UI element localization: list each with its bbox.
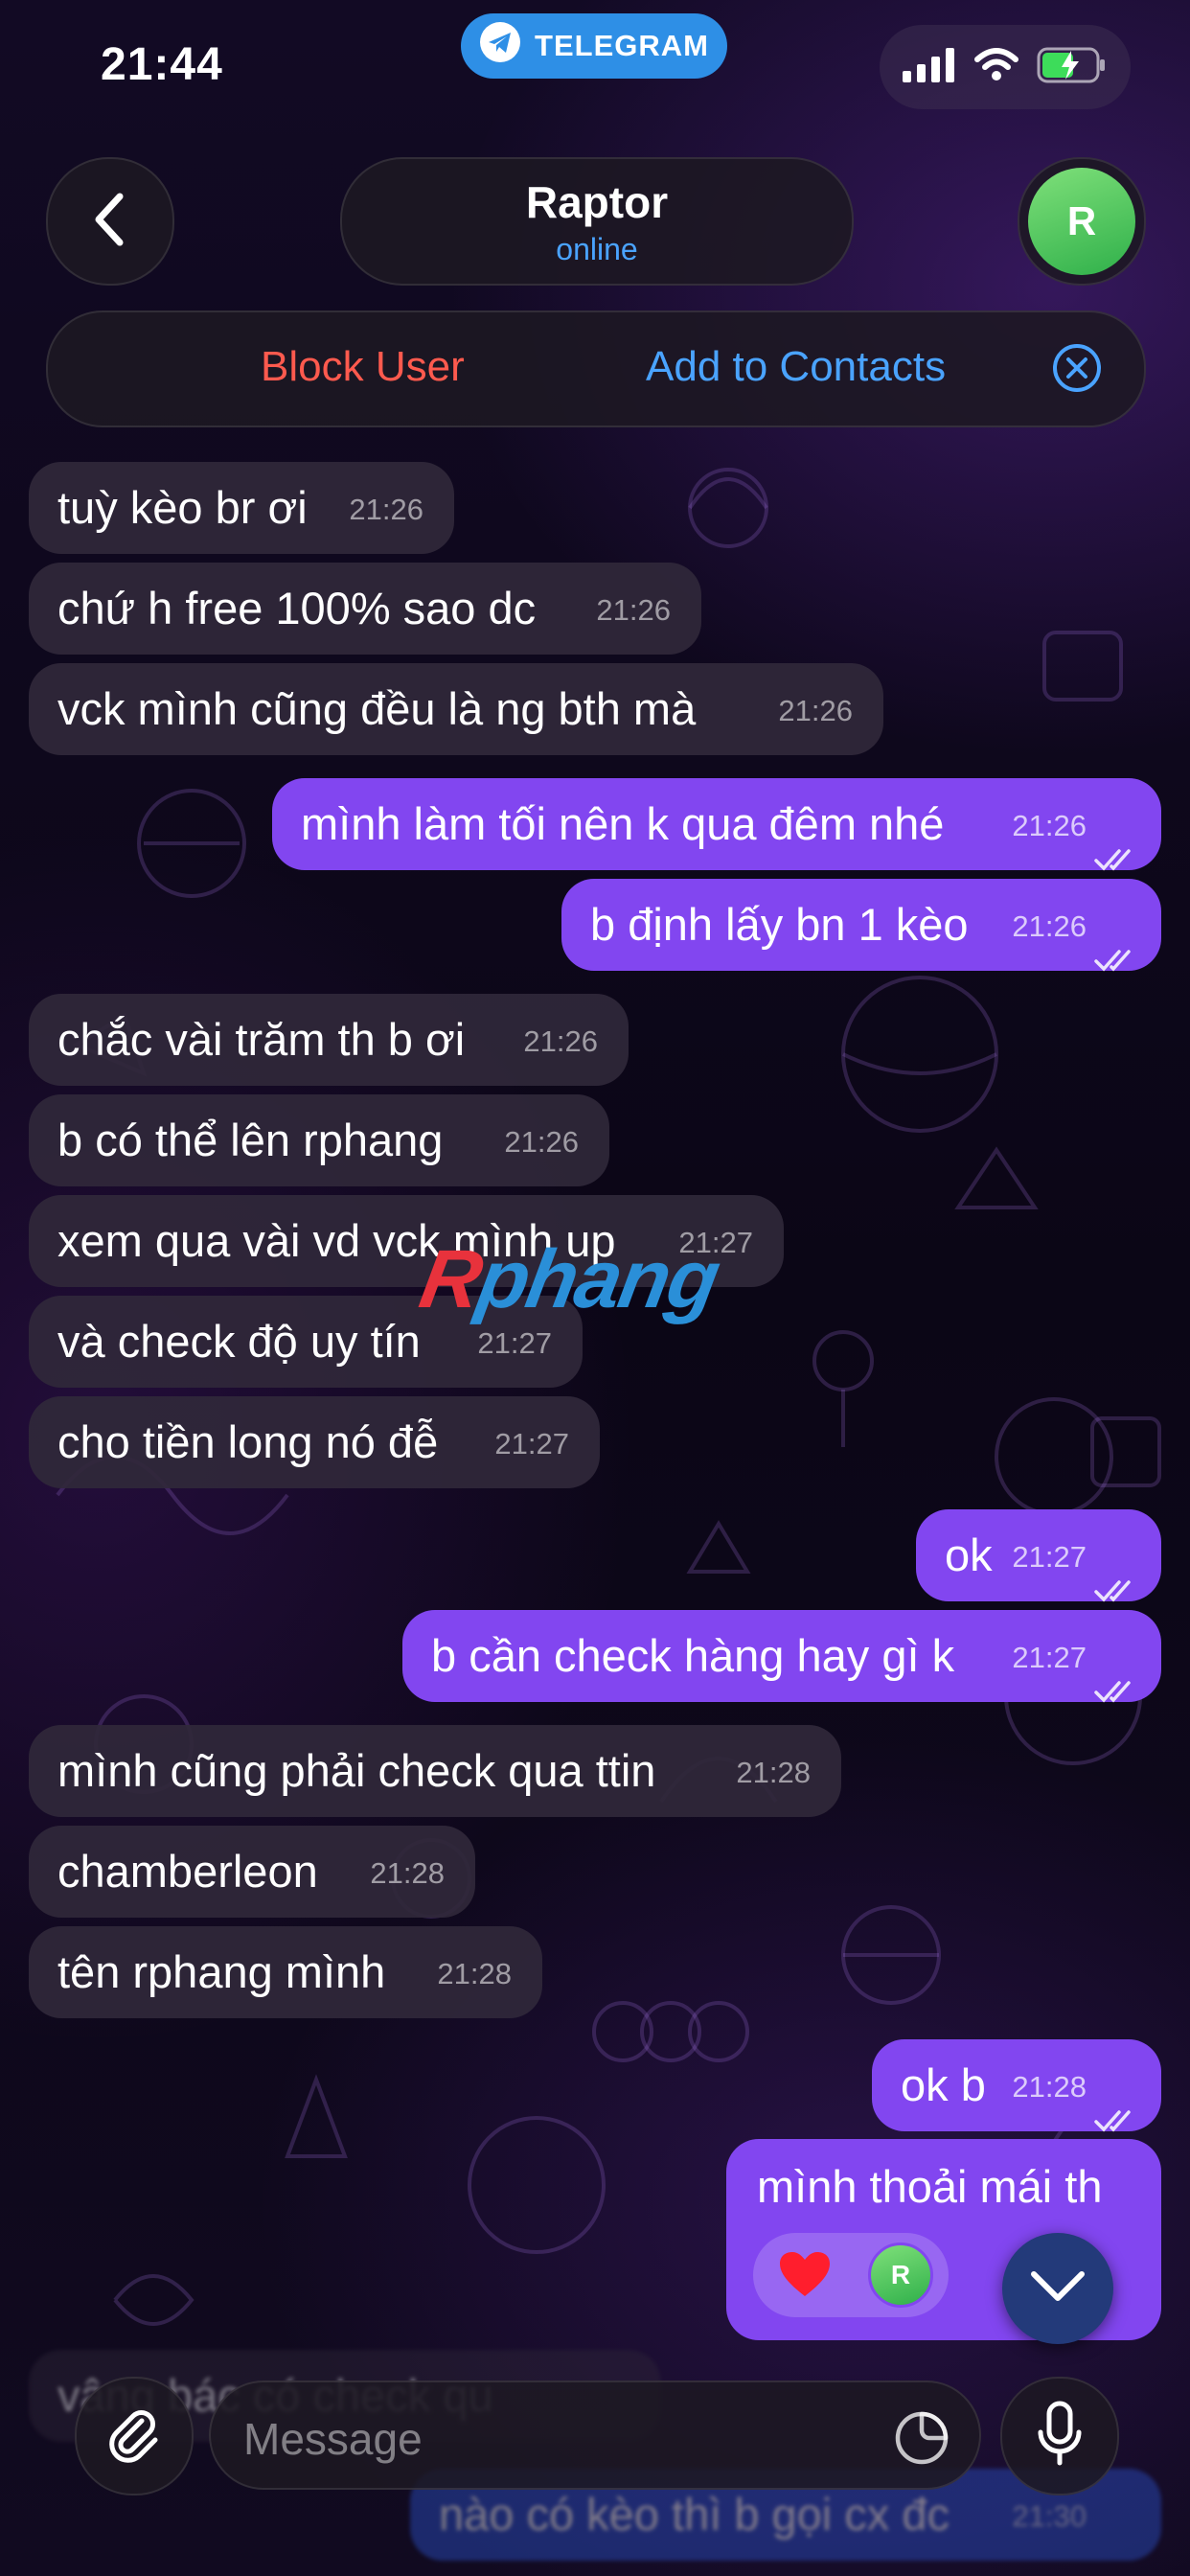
contact-name: Raptor [525,176,669,227]
incoming-message[interactable]: chamberleon 21:28 [29,1826,475,1918]
sticker-icon[interactable] [893,2409,950,2472]
incoming-message[interactable]: tên rphang mình 21:28 [29,1926,542,2018]
incoming-message[interactable]: vck mình cũng đều là ng bth mà 21:26 [29,663,883,755]
telegram-icon [479,21,521,71]
message-input[interactable]: Message [209,2380,981,2490]
signal-icon [903,47,956,87]
return-to-telegram-pill[interactable]: TELEGRAM [461,13,727,79]
message-time: 21:26 [1012,909,1087,943]
read-checkmarks-icon [1094,1644,1138,1736]
message-time: 21:28 [370,1856,445,1890]
message-placeholder: Message [243,2414,423,2464]
message-time: 21:30 [1012,2499,1087,2533]
battery-charging-icon [1037,47,1108,88]
contact-status: online [556,231,638,266]
chevron-left-icon [91,191,129,253]
heart-icon [778,2250,832,2305]
message-time: 21:26 [523,1024,598,1058]
message-text: vck mình cũng đều là ng bth mà [57,683,697,734]
reaction-pill[interactable]: R [753,2233,949,2317]
message-time: 21:28 [1012,2070,1087,2104]
message-time: 21:26 [349,493,423,526]
incoming-message[interactable]: b có thể lên rphang 21:26 [29,1094,609,1186]
read-checkmarks-icon [1094,913,1138,1005]
message-text: nào có kèo thì b gọi cx đc [439,2489,950,2540]
message-text: ok b [901,2059,986,2110]
message-time: 21:26 [778,694,853,727]
status-time: 21:44 [101,39,223,90]
avatar: R [1028,168,1135,275]
add-to-contacts-button[interactable]: Add to Contacts [646,343,946,391]
message-time: 21:27 [477,1326,552,1360]
status-icons [880,25,1131,109]
chevron-down-icon [1030,2270,1086,2308]
incoming-message[interactable]: mình cũng phải check qua ttin 21:28 [29,1725,841,1817]
message-text: ok [945,1530,993,1580]
message-time: 21:28 [736,1756,811,1789]
back-button[interactable] [46,157,174,286]
message-text: b cần check hàng hay gì k [431,1630,955,1681]
message-text: b định lấy bn 1 kèo [590,899,969,950]
message-time: 21:26 [504,1125,579,1159]
message-text: cho tiền long nó đễ [57,1416,439,1467]
close-circle-icon [1052,344,1102,402]
incoming-message[interactable]: tuỳ kèo br ơi 21:26 [29,462,454,554]
avatar-button[interactable]: R [1018,157,1146,286]
message-text: mình thoải mái th [757,2161,1103,2212]
message-text: chắc vài trăm th b ơi [57,1014,466,1065]
outgoing-message[interactable]: ok b 21:28 [872,2039,1161,2132]
message-time: 21:28 [437,1957,512,1990]
incoming-message[interactable]: chứ h free 100% sao dc 21:26 [29,563,701,655]
block-user-button[interactable]: Block User [261,343,465,391]
rphang-watermark-logo: Rphang [413,1232,725,1327]
microphone-button[interactable] [1000,2377,1119,2496]
dismiss-bar-button[interactable] [1052,343,1102,393]
message-text: chamberleon [57,1846,318,1897]
outgoing-message[interactable]: mình làm tối nên k qua đêm nhé 21:26 [272,778,1161,871]
incoming-message[interactable]: chắc vài trăm th b ơi 21:26 [29,994,629,1086]
scroll-to-bottom-button[interactable] [1002,2233,1113,2344]
message-text: mình làm tối nên k qua đêm nhé [301,798,945,849]
message-text: mình cũng phải check qua ttin [57,1745,656,1796]
paperclip-icon [103,2404,165,2470]
outgoing-message[interactable]: b cần check hàng hay gì k 21:27 [402,1610,1161,1703]
message-time: 21:27 [494,1427,569,1460]
outgoing-message[interactable]: b định lấy bn 1 kèo 21:26 [561,879,1161,972]
message-text: tuỳ kèo br ơi [57,482,308,533]
chat-title[interactable]: Raptor online [340,157,854,286]
message-text: b có thể lên rphang [57,1115,444,1165]
message-time: 21:27 [1012,1641,1087,1674]
microphone-icon [1036,2400,1084,2473]
message-time: 21:26 [1012,809,1087,842]
attach-button[interactable] [75,2377,194,2496]
incoming-message[interactable]: cho tiền long nó đễ 21:27 [29,1396,600,1488]
message-text: tên rphang mình [57,1946,386,1997]
message-time: 21:26 [596,593,671,627]
outgoing-message[interactable]: ok 21:27 [916,1509,1161,1602]
message-text: chứ h free 100% sao dc [57,583,537,633]
watermark-rest: phang [470,1233,725,1325]
message-text: và check độ uy tín [57,1316,421,1367]
telegram-label: TELEGRAM [535,29,709,62]
wifi-icon [973,47,1019,87]
contact-action-bar: Block User Add to Contacts [46,310,1146,427]
message-time: 21:27 [1012,1540,1087,1574]
reaction-avatar: R [868,2242,933,2308]
